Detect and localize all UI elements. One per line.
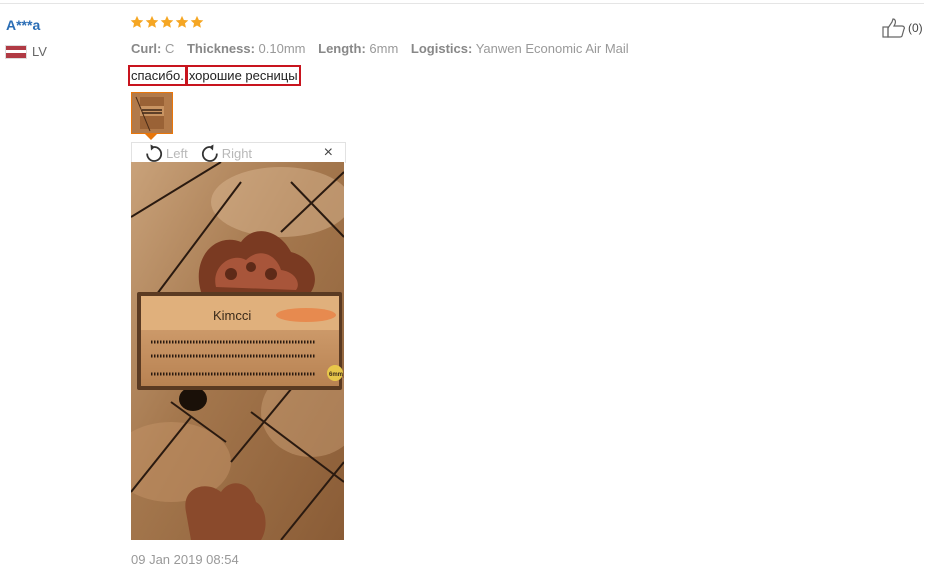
like-count: (0)	[908, 21, 923, 35]
product-attributes: Curl: C Thickness: 0.10mm Length: 6mm Lo…	[131, 41, 638, 56]
attribute-thickness: Thickness: 0.10mm	[186, 41, 306, 56]
latvia-flag-icon	[6, 45, 26, 58]
review-date: 09 Jan 2019 08:54	[131, 552, 239, 567]
attribute-logistics: Logistics: Yanwen Economic Air Mail	[410, 41, 629, 56]
review-text-part: спасибо.	[128, 65, 187, 86]
rotate-left-button[interactable]: Left	[144, 144, 188, 162]
thumbnail-pointer	[145, 134, 157, 140]
review-photo: Kimcci 6mm	[131, 162, 344, 540]
reviewer-country: LV	[6, 44, 47, 59]
attribute-length: Length: 6mm	[318, 41, 399, 56]
photo-brand-label: Kimcci	[213, 308, 251, 323]
review-text-part: хорошие ресницы	[185, 65, 301, 86]
thumbnail-image	[132, 93, 172, 133]
thumbs-up-icon	[882, 18, 905, 38]
rotate-left-icon	[146, 144, 163, 162]
star-icon	[130, 15, 144, 28]
star-icon	[145, 15, 159, 28]
photo-viewer-toolbar: Left Right ×	[131, 142, 346, 163]
star-rating	[130, 15, 204, 29]
review-text: спасибо. хорошие ресницы	[128, 65, 301, 86]
photo-size-badge: 6mm	[329, 372, 343, 378]
rotate-right-button[interactable]: Right	[200, 144, 252, 162]
attribute-curl: Curl: C	[131, 41, 175, 56]
top-divider	[0, 3, 924, 4]
like-button[interactable]: (0)	[882, 18, 923, 38]
reviewer-name[interactable]: A***a	[6, 17, 40, 33]
review-photo-thumbnail[interactable]	[131, 92, 173, 134]
star-icon	[160, 15, 174, 28]
star-icon	[175, 15, 189, 28]
close-viewer-button[interactable]: ×	[324, 145, 333, 161]
star-icon	[190, 15, 204, 28]
rotate-right-icon	[201, 144, 218, 162]
country-code: LV	[32, 44, 47, 59]
